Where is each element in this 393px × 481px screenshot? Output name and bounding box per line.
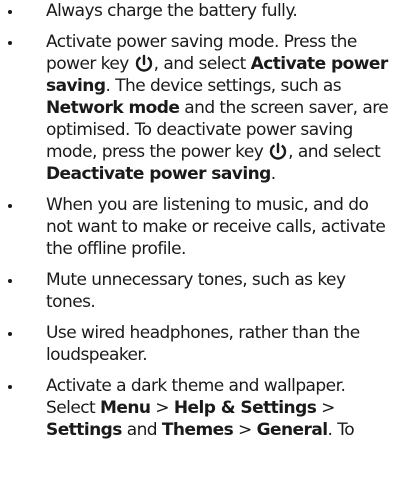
tips-list: Always charge the battery fully. Activat… — [0, 0, 393, 450]
tip-text: . To — [327, 420, 355, 440]
tip-text: When you are listening to music, and do … — [46, 195, 386, 259]
setting-network-mode: Network mode — [46, 98, 180, 118]
tip-text: and — [121, 420, 162, 440]
menu-path-themes: Themes — [161, 420, 234, 440]
tip-text: > — [316, 398, 335, 418]
tip-text: Always charge the battery fully. — [46, 1, 298, 21]
tip-charge-battery: Always charge the battery fully. — [0, 0, 393, 22]
tip-text: , and select — [153, 54, 251, 74]
tip-mute-tones: Mute unnecessary tones, such as key tone… — [0, 269, 393, 313]
power-key-icon — [135, 54, 153, 72]
tip-text: > — [233, 420, 257, 440]
tip-offline-profile: When you are listening to music, and do … — [0, 194, 393, 260]
tip-text: . — [270, 164, 276, 184]
power-key-icon — [269, 142, 287, 160]
menu-path-settings: Settings — [46, 420, 122, 440]
menu-path-menu: Menu — [100, 398, 151, 418]
tip-text: Mute unnecessary tones, such as key tone… — [46, 270, 346, 312]
menu-path-help-settings: Help & Settings — [173, 398, 317, 418]
tip-text: . The device settings, such as — [105, 76, 342, 96]
tip-wired-headphones: Use wired headphones, rather than the lo… — [0, 322, 393, 366]
tip-text: Use wired headphones, rather than the lo… — [46, 323, 360, 365]
tip-power-saving: Activate power saving mode. Press the po… — [0, 31, 393, 185]
tip-dark-theme: Activate a dark theme and wallpaper. Sel… — [0, 375, 393, 441]
setting-deactivate-power-saving: Deactivate power saving — [46, 164, 271, 184]
menu-path-general: General — [256, 420, 329, 440]
tip-text: > — [150, 398, 174, 418]
tip-text: , and select — [288, 142, 381, 162]
